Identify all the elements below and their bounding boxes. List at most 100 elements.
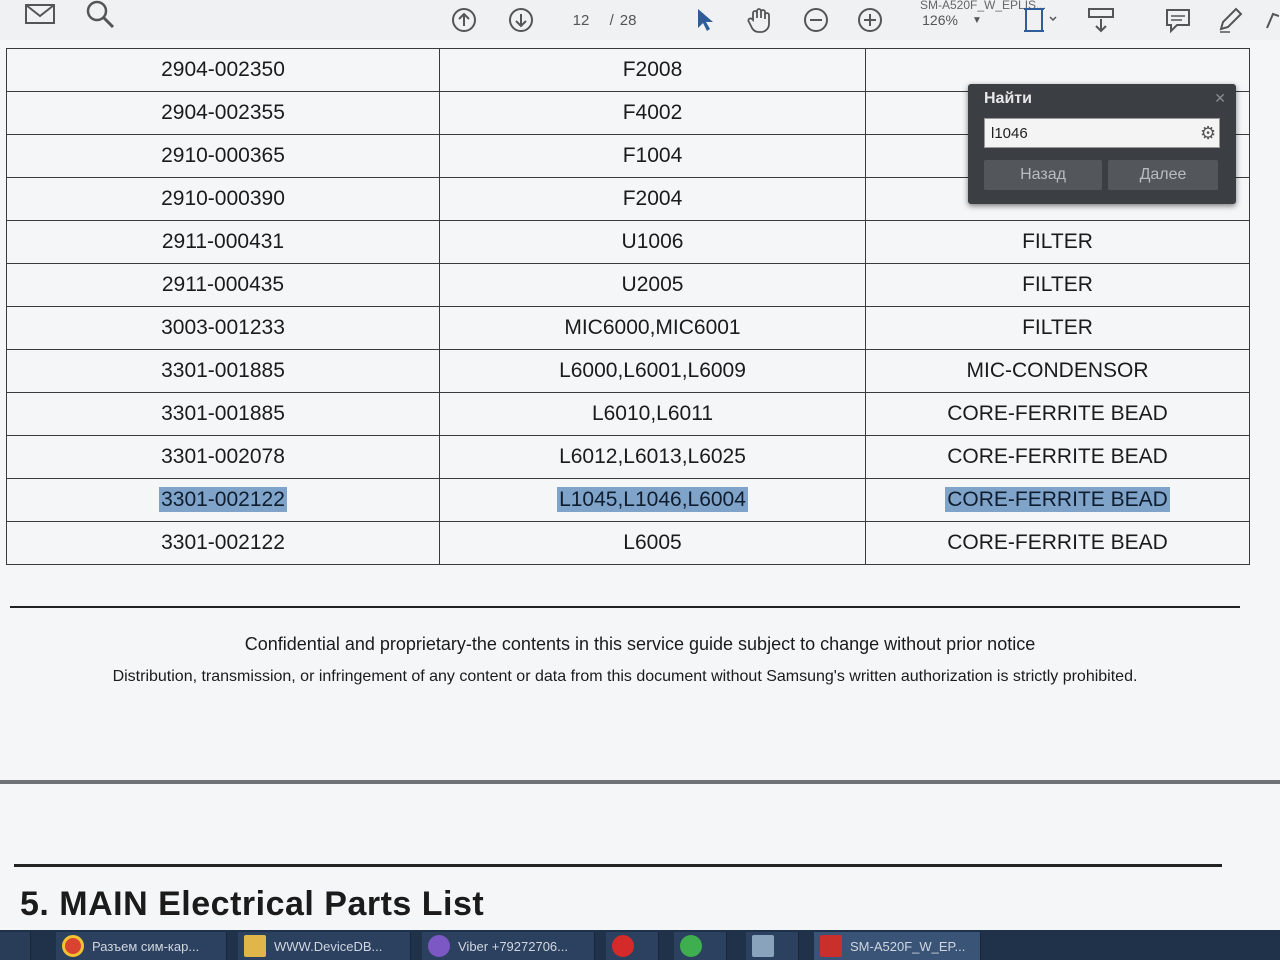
location-cell-text: L6012,L6013,L6025: [559, 445, 746, 468]
pen-icon[interactable]: [1214, 6, 1246, 34]
find-input[interactable]: [984, 118, 1220, 148]
location-cell-text: L6005: [623, 531, 682, 554]
description-cell-text: FILTER: [1022, 230, 1093, 253]
viber-icon: [428, 935, 450, 957]
part-code-cell: 2911-000431: [6, 220, 440, 264]
part-code-cell-text: 2904-002350: [161, 58, 285, 81]
comment-icon[interactable]: [1162, 6, 1194, 34]
document-tab-title[interactable]: SM-A520F_W_EPLIS...: [920, 0, 1110, 12]
location-cell-text: U2005: [621, 273, 684, 296]
location-cell: F2008: [439, 48, 866, 92]
part-code-cell: 2904-002355: [6, 91, 440, 135]
part-code-cell-text: 3003-001233: [161, 316, 285, 339]
opera-icon: [612, 935, 634, 957]
windows-taskbar: Разъем сим-кар... WWW.DeviceDB... Viber …: [0, 930, 1280, 960]
taskbar-item-folder[interactable]: WWW.DeviceDB...: [238, 932, 411, 960]
location-cell-text: L1045,L1046,L6004: [557, 487, 748, 512]
description-cell-text: CORE-FERRITE BEAD: [947, 402, 1168, 425]
part-code-cell: 3003-001233: [6, 306, 440, 350]
part-code-cell: 3301-002122: [6, 521, 440, 565]
part-code-cell-text: 3301-002122: [161, 531, 285, 554]
taskbar-item-viber[interactable]: Viber +79272706...: [422, 932, 595, 960]
pdf-toolbar: 12 / 28 126% ▼ SM-A520F_W_EPLIS...: [0, 0, 1280, 41]
scroll-mode-icon[interactable]: [1084, 6, 1118, 34]
fit-page-icon[interactable]: [1018, 6, 1062, 34]
page-count: / 28: [600, 6, 646, 34]
app-icon: [752, 935, 774, 957]
taskbar-item-whatsapp[interactable]: [674, 932, 727, 960]
location-cell-text: L6000,L6001,L6009: [559, 359, 746, 382]
location-cell: MIC6000,MIC6001: [439, 306, 866, 350]
page-total: 28: [619, 11, 637, 29]
hand-tool-icon[interactable]: [745, 6, 775, 34]
chevron-down-icon: ▼: [971, 14, 982, 26]
taskbar-item-pdf[interactable]: SM-A520F_W_EP...: [814, 932, 981, 960]
part-code-cell-text: 3301-002078: [161, 445, 285, 468]
part-code-cell: 2911-000435: [6, 263, 440, 307]
part-code-cell-text: 2904-002355: [161, 101, 285, 124]
taskbar-item-label: Viber +79272706...: [458, 938, 568, 954]
description-cell-text: CORE-FERRITE BEAD: [945, 487, 1170, 512]
mail-icon[interactable]: [24, 0, 56, 28]
table-row: 3003-001233 MIC6000,MIC6001 FILTER: [6, 306, 1250, 350]
part-code-cell: 2910-000390: [6, 177, 440, 221]
part-code-cell-text: 3301-001885: [161, 359, 285, 382]
gear-icon[interactable]: ⚙: [1200, 124, 1216, 142]
table-row: 3301-001885 L6000,L6001,L6009 MIC-CONDENSO…: [6, 349, 1250, 393]
part-code-cell-text: 3301-002122: [159, 487, 287, 512]
divider-line: [10, 606, 1240, 608]
location-cell-text: F2008: [622, 58, 683, 81]
taskbar-item-app[interactable]: [746, 932, 799, 960]
find-next-button[interactable]: Далее: [1108, 160, 1218, 190]
next-page-icon[interactable]: [507, 6, 535, 34]
location-cell: U2005: [439, 263, 866, 307]
location-cell: L1045,L1046,L6004: [439, 478, 866, 522]
select-cursor-icon[interactable]: [692, 6, 718, 34]
location-cell: L6012,L6013,L6025: [439, 435, 866, 479]
part-code-cell: 3301-001885: [6, 349, 440, 393]
part-code-cell: 3301-001885: [6, 392, 440, 436]
part-code-cell-text: 2910-000365: [161, 144, 285, 167]
part-code-cell: 3301-002078: [6, 435, 440, 479]
search-icon[interactable]: [84, 0, 116, 28]
location-cell: F1004: [439, 134, 866, 178]
location-cell: L6005: [439, 521, 866, 565]
distribution-notice: Distribution, transmission, or infringem…: [112, 668, 1138, 685]
prev-page-icon[interactable]: [450, 6, 478, 34]
location-cell-text: U1006: [621, 230, 684, 253]
page-break-line: [0, 780, 1280, 784]
zoom-level: 126%: [922, 12, 958, 28]
find-panel-title: Найти: [984, 90, 1032, 107]
eraser-icon[interactable]: [1262, 6, 1280, 34]
location-cell-text: F2004: [622, 187, 683, 210]
taskbar-item-label: SM-A520F_W_EP...: [850, 938, 966, 954]
description-cell-text: CORE-FERRITE BEAD: [947, 531, 1168, 554]
description-cell: CORE-FERRITE BEAD: [865, 521, 1250, 565]
zoom-in-icon[interactable]: [856, 6, 884, 34]
start-button[interactable]: [0, 932, 31, 960]
taskbar-item-chrome[interactable]: Разъем сим-кар...: [56, 932, 227, 960]
location-cell: F4002: [439, 91, 866, 135]
taskbar-item-opera[interactable]: [606, 932, 659, 960]
part-code-cell-text: 2911-000431: [161, 230, 285, 253]
location-cell-text: MIC6000,MIC6001: [564, 316, 741, 339]
find-back-button[interactable]: Назад: [984, 160, 1102, 190]
location-cell: L6000,L6001,L6009: [439, 349, 866, 393]
table-row: 3301-002122 L1045,L1046,L6004 CORE-FERRITE…: [6, 478, 1250, 522]
confidential-notice: Confidential and proprietary-the content…: [244, 634, 1036, 654]
description-cell-text: CORE-FERRITE BEAD: [947, 445, 1168, 468]
description-cell-text: FILTER: [1022, 316, 1093, 339]
table-row: 3301-002078 L6012,L6013,L6025 CORE-FERRITE…: [6, 435, 1250, 479]
description-cell-text: MIC-CONDENSOR: [966, 359, 1149, 382]
chrome-icon: [62, 935, 84, 957]
page-number-input[interactable]: 12: [566, 6, 596, 34]
table-row: 2911-000435 U2005 FILTER: [6, 263, 1250, 307]
find-panel: Найти ✕ ⚙ Назад Далее: [968, 84, 1236, 204]
description-cell: CORE-FERRITE BEAD: [865, 435, 1250, 479]
whatsapp-icon: [680, 935, 702, 957]
description-cell: CORE-FERRITE BEAD: [865, 392, 1250, 436]
part-code-cell-text: 2910-000390: [161, 187, 285, 210]
close-icon[interactable]: ✕: [1214, 90, 1226, 107]
zoom-out-icon[interactable]: [802, 6, 830, 34]
taskbar-item-label: WWW.DeviceDB...: [274, 938, 383, 954]
